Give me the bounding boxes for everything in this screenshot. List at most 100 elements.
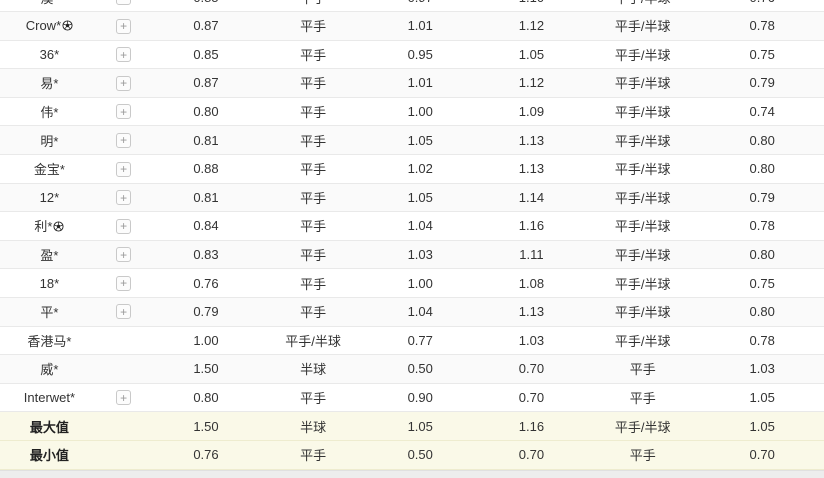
away-odds-cell-2: 0.75 <box>700 276 824 291</box>
expand-odds-button[interactable]: + <box>116 219 131 234</box>
away-odds-cell: 1.05 <box>363 190 478 205</box>
expand-odds-button[interactable]: + <box>116 390 131 405</box>
expand-odds-button[interactable]: + <box>116 276 131 291</box>
bookmaker-label: 18* <box>40 276 60 291</box>
bookmaker-label: 香港马* <box>27 334 71 349</box>
bookmaker-label: 平* <box>40 305 58 320</box>
handicap-cell: 平手 <box>264 16 363 35</box>
handicap-cell: 平手 <box>264 245 363 264</box>
bookmaker-name: 香港马* <box>0 331 99 350</box>
handicap-cell: 平手 <box>264 445 363 464</box>
bookmaker-name: 最小值 <box>0 445 99 464</box>
home-odds-cell-2: 0.70 <box>478 361 585 376</box>
bookmaker-label: 易* <box>40 76 58 91</box>
away-odds-cell-2: 1.05 <box>700 419 824 434</box>
away-odds-cell: 0.50 <box>363 447 478 462</box>
home-odds-cell: 0.81 <box>148 190 263 205</box>
away-odds-cell: 0.77 <box>363 333 478 348</box>
odds-row: 澳* + 0.85 平手 0.97 1.10 平手/半球 0.76 <box>0 0 824 12</box>
bookmaker-label: 明* <box>40 134 58 149</box>
handicap-cell-2: 平手 <box>585 359 700 378</box>
handicap-cell: 平手 <box>264 188 363 207</box>
expand-odds-button[interactable]: + <box>116 304 131 319</box>
bookmaker-name: 澳* <box>0 0 99 7</box>
odds-row: 利* + 0.84 平手 1.04 1.16 平手/半球 0.78 <box>0 212 824 241</box>
handicap-cell-2: 平手/半球 <box>585 131 700 150</box>
away-odds-cell: 1.01 <box>363 75 478 90</box>
home-odds-cell-2: 1.08 <box>478 276 585 291</box>
bookmaker-label: 澳* <box>40 0 58 6</box>
handicap-cell-2: 平手/半球 <box>585 0 700 7</box>
away-odds-cell: 0.95 <box>363 47 478 62</box>
handicap-cell-2: 平手/半球 <box>585 102 700 121</box>
home-odds-cell-2: 1.03 <box>478 333 585 348</box>
handicap-cell-2: 平手/半球 <box>585 73 700 92</box>
home-odds-cell-2: 1.13 <box>478 133 585 148</box>
odds-row: 明* + 0.81 平手 1.05 1.13 平手/半球 0.80 <box>0 126 824 155</box>
expand-odds-button[interactable]: + <box>116 19 131 34</box>
home-odds-cell: 0.76 <box>148 447 263 462</box>
bookmaker-name: 36* <box>0 47 99 62</box>
bookmaker-label: 金宝* <box>34 162 65 177</box>
odds-row: Crow* + 0.87 平手 1.01 1.12 平手/半球 0.78 <box>0 12 824 41</box>
expand-odds-button[interactable]: + <box>116 162 131 177</box>
bookmaker-label: 最大值 <box>30 420 69 435</box>
expand-odds-button[interactable]: + <box>116 76 131 91</box>
expand-odds-button[interactable]: + <box>116 190 131 205</box>
home-odds-cell: 0.76 <box>148 276 263 291</box>
away-odds-cell-2: 0.74 <box>700 104 824 119</box>
odds-row: 香港马* + 1.00 平手/半球 0.77 1.03 平手/半球 0.78 <box>0 327 824 356</box>
away-odds-cell-2: 1.05 <box>700 390 824 405</box>
away-odds-cell-2: 0.80 <box>700 304 824 319</box>
odds-row: 12* + 0.81 平手 1.05 1.14 平手/半球 0.79 <box>0 184 824 213</box>
bookmaker-name: 12* <box>0 190 99 205</box>
away-odds-cell-2: 0.75 <box>700 47 824 62</box>
home-odds-cell-2: 1.16 <box>478 218 585 233</box>
home-odds-cell: 0.85 <box>148 47 263 62</box>
handicap-cell-2: 平手/半球 <box>585 159 700 178</box>
handicap-cell: 平手 <box>264 216 363 235</box>
bookmaker-name: 威* <box>0 359 99 378</box>
handicap-cell-2: 平手/半球 <box>585 245 700 264</box>
bookmaker-name: 金宝* <box>0 159 99 178</box>
bookmaker-label: 利* <box>34 219 52 234</box>
handicap-cell-2: 平手/半球 <box>585 331 700 350</box>
bookmaker-label: 盈* <box>40 248 58 263</box>
odds-row: 易* + 0.87 平手 1.01 1.12 平手/半球 0.79 <box>0 69 824 98</box>
bookmaker-label: 伟* <box>40 105 58 120</box>
odds-row: 最大值 + 1.50 半球 1.05 1.16 平手/半球 1.05 <box>0 412 824 441</box>
home-odds-cell: 0.81 <box>148 133 263 148</box>
bookmaker-name: 最大值 <box>0 417 99 436</box>
expand-odds-button[interactable]: + <box>116 47 131 62</box>
away-odds-cell-2: 0.78 <box>700 218 824 233</box>
expand-odds-button[interactable]: + <box>116 104 131 119</box>
handicap-cell: 平手 <box>264 0 363 7</box>
handicap-cell: 半球 <box>264 417 363 436</box>
expand-odds-button[interactable]: + <box>116 247 131 262</box>
soccer-ball-icon <box>53 220 64 235</box>
handicap-cell-2: 平手/半球 <box>585 274 700 293</box>
bookmaker-label: 36* <box>40 47 60 62</box>
home-odds-cell: 0.84 <box>148 218 263 233</box>
expand-odds-button[interactable]: + <box>116 0 131 5</box>
home-odds-cell: 0.80 <box>148 390 263 405</box>
away-odds-cell: 1.04 <box>363 218 478 233</box>
away-odds-cell-2: 0.80 <box>700 161 824 176</box>
handicap-cell-2: 平手/半球 <box>585 188 700 207</box>
home-odds-cell: 0.87 <box>148 75 263 90</box>
bookmaker-name: 易* <box>0 73 99 92</box>
home-odds-cell: 0.88 <box>148 161 263 176</box>
away-odds-cell-2: 0.78 <box>700 333 824 348</box>
footer-strip <box>0 470 824 478</box>
home-odds-cell: 1.50 <box>148 361 263 376</box>
bookmaker-name: Interwet* <box>0 390 99 405</box>
expand-odds-button[interactable]: + <box>116 133 131 148</box>
away-odds-cell: 1.05 <box>363 133 478 148</box>
away-odds-cell-2: 0.80 <box>700 133 824 148</box>
odds-row: 金宝* + 0.88 平手 1.02 1.13 平手/半球 0.80 <box>0 155 824 184</box>
home-odds-cell-2: 1.12 <box>478 75 585 90</box>
handicap-cell-2: 平手 <box>585 445 700 464</box>
handicap-cell: 平手 <box>264 73 363 92</box>
home-odds-cell: 0.80 <box>148 104 263 119</box>
odds-comparison-panel: 澳* + 0.85 平手 0.97 1.10 平手/半球 0.76 Crow* … <box>0 0 824 478</box>
